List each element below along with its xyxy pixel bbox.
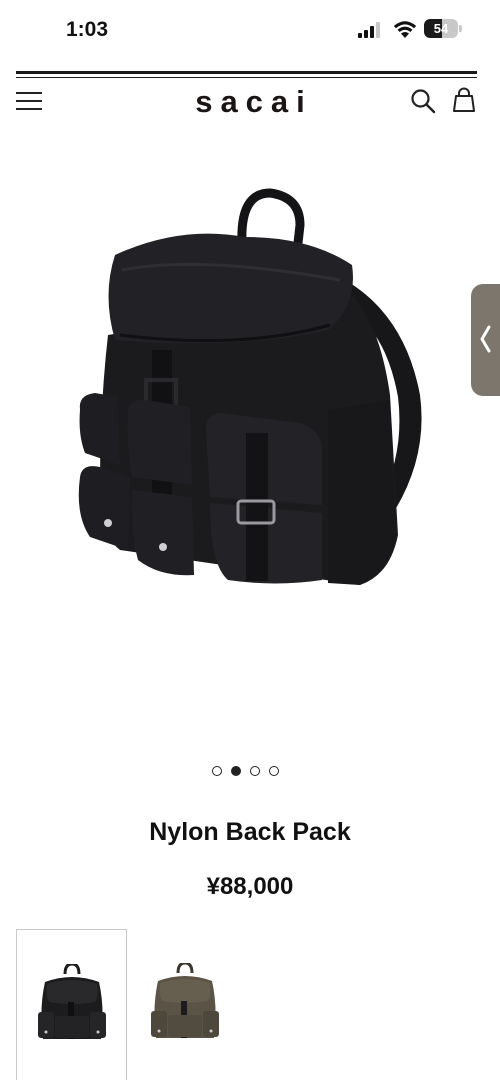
battery-body: 54 <box>424 19 458 38</box>
search-icon[interactable] <box>410 88 436 114</box>
side-panel-handle[interactable] <box>471 284 500 396</box>
header-top-rule <box>16 71 477 74</box>
carousel-dot[interactable] <box>231 766 241 776</box>
menu-line <box>16 100 42 102</box>
menu-icon[interactable] <box>16 91 42 111</box>
carousel-dot[interactable] <box>269 766 279 776</box>
battery-level: 54 <box>433 21 449 36</box>
menu-line <box>16 92 42 94</box>
brand-logo[interactable]: sacai <box>150 84 350 120</box>
menu-line <box>16 108 42 110</box>
signal-icon <box>358 22 380 38</box>
wifi-icon <box>393 21 417 38</box>
color-thumbnail-khaki[interactable] <box>130 929 241 1080</box>
battery-icon: 54 <box>424 19 462 38</box>
backpack-thumbnail-image <box>151 963 219 1038</box>
shopping-bag-icon[interactable] <box>452 87 476 113</box>
backpack-thumbnail-image <box>38 964 106 1039</box>
product-image[interactable] <box>60 185 440 605</box>
product-price: ¥88,000 <box>206 873 294 900</box>
product-title: Nylon Back Pack <box>149 818 351 846</box>
header-bottom-rule <box>16 77 477 78</box>
product-page: 1:03 54 sacai Nylon Back Pack ¥88,000 <box>0 0 500 1080</box>
status-time: 1:03 <box>66 18 109 41</box>
image-carousel-dots <box>212 766 292 778</box>
status-bar: 1:03 54 <box>0 0 500 60</box>
carousel-dot[interactable] <box>212 766 222 776</box>
battery-nub <box>459 25 462 32</box>
carousel-dot[interactable] <box>250 766 260 776</box>
backpack-illustration <box>78 188 422 585</box>
color-thumbnail-black[interactable] <box>16 929 127 1080</box>
chevron-left-icon <box>480 325 491 353</box>
